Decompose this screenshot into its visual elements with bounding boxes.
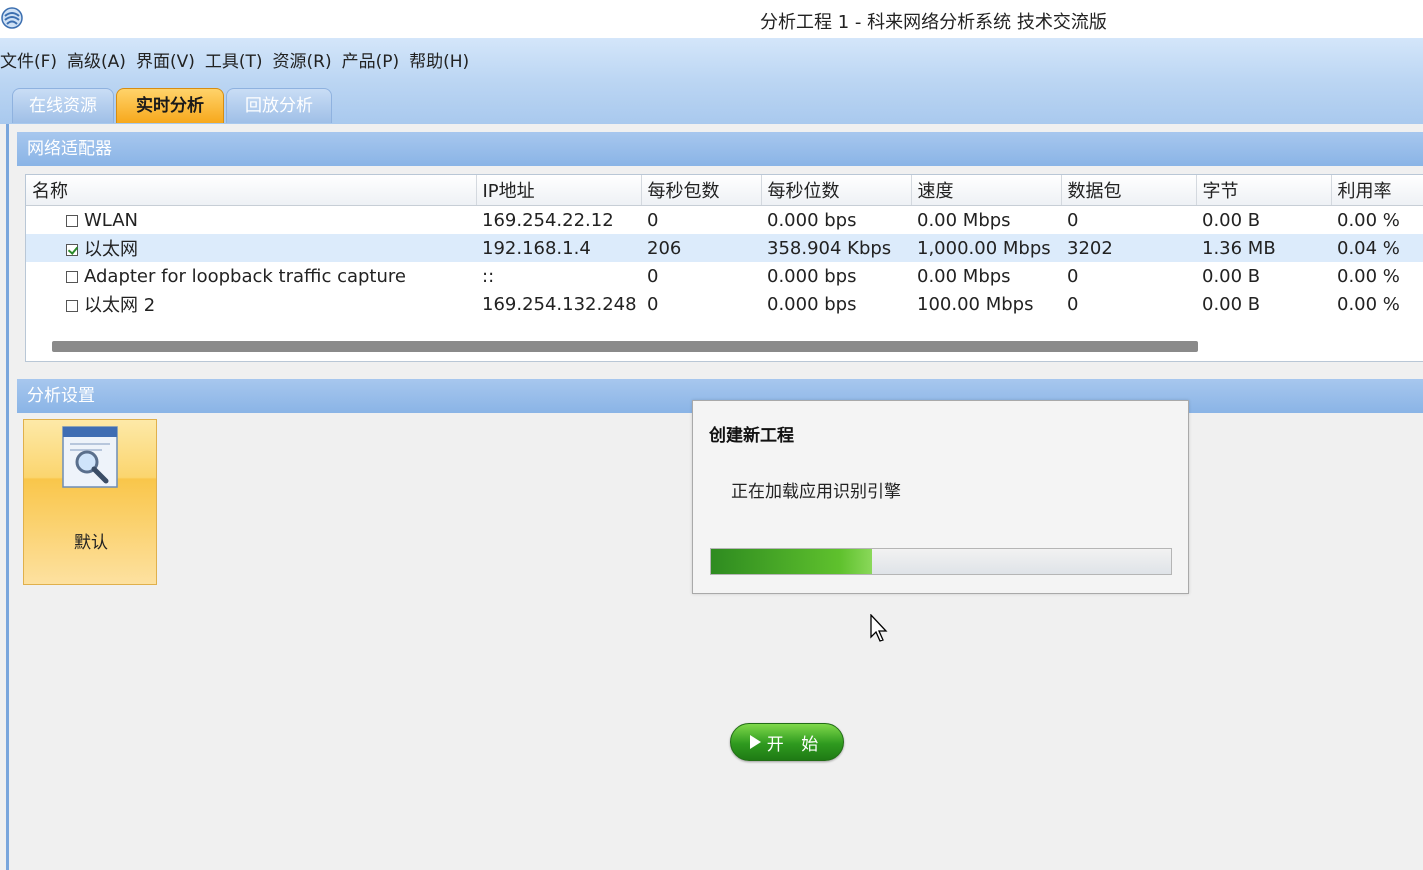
adapter-pps: 0 xyxy=(647,209,659,231)
progress-bar xyxy=(710,548,1172,575)
adapter-util: 0.04 % xyxy=(1331,234,1423,262)
profile-label: 默认 xyxy=(74,533,108,553)
menu-bar: 文件(F) 高级(A) 界面(V) 工具(T) 资源(R) 产品(P) 帮助(H… xyxy=(0,38,1423,80)
colasoft-logo-icon[interactable] xyxy=(0,6,24,30)
menu-advanced[interactable]: 高级(A) xyxy=(63,47,130,72)
adapter-table-panel: 名称 IP地址 每秒包数 每秒位数 速度 数据包 字节 利用率 WLAN 169… xyxy=(25,174,1423,362)
adapter-ip: :: xyxy=(482,265,495,287)
adapter-bytes: 0.00 B xyxy=(1202,293,1261,315)
window-title: 分析工程 1 - 科来网络分析系统 技术交流版 xyxy=(760,12,1107,33)
adapter-ip: 169.254.132.248 xyxy=(482,293,637,315)
dialog-title: 创建新工程 xyxy=(709,426,794,446)
adapter-name: Adapter for loopback traffic capture xyxy=(84,265,406,287)
tab-realtime-analysis[interactable]: 实时分析 xyxy=(116,88,224,123)
profile-tile-default[interactable]: 默认 xyxy=(23,419,157,585)
progress-bar-fill xyxy=(711,549,872,574)
table-row[interactable]: Adapter for loopback traffic capture :: … xyxy=(26,262,1423,290)
adapter-packets: 3202 xyxy=(1061,234,1196,262)
table-row[interactable]: 以太网 192.168.1.4 206 358.904 Kbps 1,000.0… xyxy=(26,234,1423,262)
adapter-packets: 0 xyxy=(1067,293,1079,315)
create-project-dialog: 创建新工程 正在加载应用识别引擎 xyxy=(692,400,1189,594)
col-header-bytes[interactable]: 字节 xyxy=(1196,175,1332,206)
adapter-bytes: 0.00 B xyxy=(1202,209,1261,231)
menu-help[interactable]: 帮助(H) xyxy=(405,47,473,72)
adapter-name: WLAN xyxy=(84,209,139,231)
adapter-bytes: 1.36 MB xyxy=(1196,234,1331,262)
adapter-bps: 0.000 bps xyxy=(767,209,857,231)
menu-view[interactable]: 界面(V) xyxy=(132,47,199,72)
adapter-speed: 0.00 Mbps xyxy=(917,209,1011,231)
adapter-packets: 0 xyxy=(1067,209,1079,231)
tab-replay-analysis[interactable]: 回放分析 xyxy=(226,88,332,123)
adapter-pps: 0 xyxy=(647,265,659,287)
adapter-checkbox[interactable] xyxy=(66,214,78,227)
title-bar: 分析工程 1 - 科来网络分析系统 技术交流版 xyxy=(0,0,1423,38)
adapter-table-header: 名称 IP地址 每秒包数 每秒位数 速度 数据包 字节 利用率 xyxy=(26,175,1423,206)
adapter-bps: 358.904 Kbps xyxy=(761,234,911,262)
adapter-util: 0.00 % xyxy=(1337,209,1400,231)
tab-online-resources[interactable]: 在线资源 xyxy=(12,88,114,123)
dialog-message: 正在加载应用识别引擎 xyxy=(731,482,901,502)
adapter-bytes: 0.00 B xyxy=(1202,265,1261,287)
col-header-pps[interactable]: 每秒包数 xyxy=(641,175,762,206)
start-button-label: 开 始 xyxy=(766,734,825,755)
adapter-packets: 0 xyxy=(1067,265,1079,287)
horizontal-scrollbar[interactable] xyxy=(52,341,1198,352)
adapter-speed: 100.00 Mbps xyxy=(917,293,1034,315)
menu-tools[interactable]: 工具(T) xyxy=(201,47,267,72)
adapter-table: 名称 IP地址 每秒包数 每秒位数 速度 数据包 字节 利用率 WLAN 169… xyxy=(26,175,1423,318)
col-header-bps[interactable]: 每秒位数 xyxy=(761,175,912,206)
adapter-name: 以太网 2 xyxy=(84,295,156,316)
play-icon xyxy=(749,735,761,749)
adapters-section-header: 网络适配器 xyxy=(17,132,1423,166)
adapter-pps: 0 xyxy=(647,293,659,315)
tab-row: 在线资源 实时分析 回放分析 xyxy=(0,80,1423,124)
mouse-pointer-icon xyxy=(870,614,888,642)
adapter-checkbox[interactable] xyxy=(66,270,78,283)
menu-product[interactable]: 产品(P) xyxy=(338,47,404,72)
adapter-checkbox[interactable] xyxy=(66,244,78,256)
adapter-util: 0.00 % xyxy=(1337,293,1400,315)
adapter-ip: 192.168.1.4 xyxy=(476,234,641,262)
adapter-name: 以太网 xyxy=(84,239,138,260)
col-header-ip[interactable]: IP地址 xyxy=(476,175,642,206)
adapter-checkbox[interactable] xyxy=(66,300,78,312)
table-row[interactable]: 以太网 2 169.254.132.248 0 0.000 bps 100.00… xyxy=(26,290,1423,318)
menu-resources[interactable]: 资源(R) xyxy=(269,47,336,72)
magnifier-document-icon xyxy=(62,426,118,488)
adapter-bps: 0.000 bps xyxy=(767,265,857,287)
col-header-speed[interactable]: 速度 xyxy=(911,175,1062,206)
menu-file[interactable]: 文件(F) xyxy=(0,47,61,72)
adapter-ip: 169.254.22.12 xyxy=(482,209,614,231)
col-header-name[interactable]: 名称 xyxy=(26,175,477,206)
col-header-packets[interactable]: 数据包 xyxy=(1061,175,1197,206)
col-header-util[interactable]: 利用率 xyxy=(1331,175,1423,206)
adapter-speed: 0.00 Mbps xyxy=(917,265,1011,287)
adapter-bps: 0.000 bps xyxy=(767,293,857,315)
start-button[interactable]: 开 始 xyxy=(730,723,844,761)
table-row[interactable]: WLAN 169.254.22.12 0 0.000 bps 0.00 Mbps… xyxy=(26,206,1423,235)
adapter-util: 0.00 % xyxy=(1337,265,1400,287)
adapter-pps: 206 xyxy=(641,234,761,262)
adapter-speed: 1,000.00 Mbps xyxy=(911,234,1061,262)
